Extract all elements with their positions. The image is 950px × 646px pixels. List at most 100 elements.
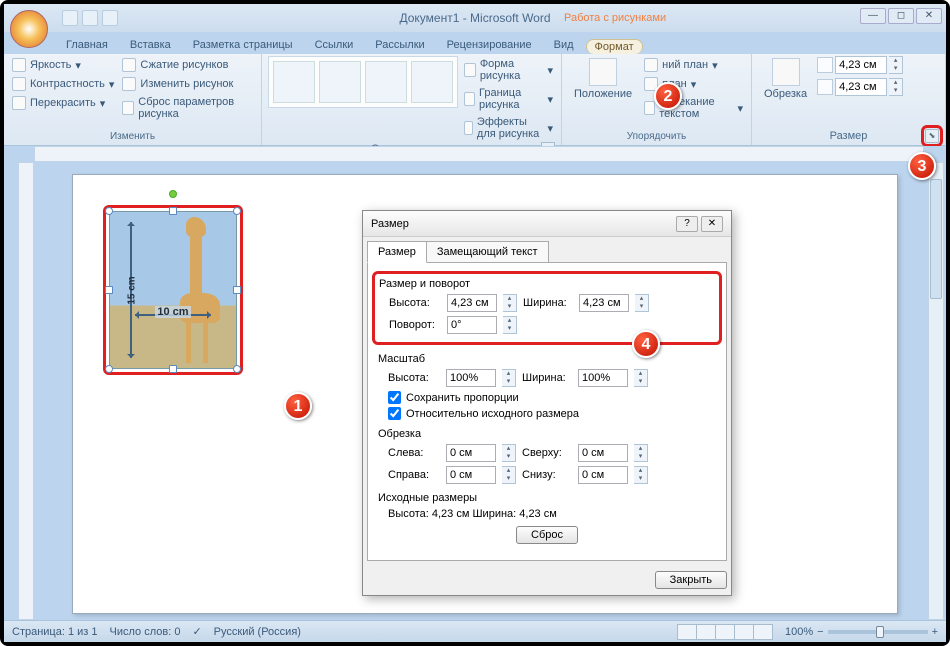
print-layout-view[interactable] bbox=[677, 624, 697, 640]
outline-view[interactable] bbox=[734, 624, 754, 640]
height-field[interactable] bbox=[447, 294, 497, 312]
zoom-thumb[interactable] bbox=[876, 626, 884, 638]
save-icon[interactable] bbox=[62, 10, 78, 26]
front-icon bbox=[644, 58, 658, 72]
rotation-spinner[interactable]: ▴▾ bbox=[503, 316, 517, 334]
crop-spinner[interactable]: ▴▾ bbox=[634, 466, 648, 484]
resize-handle[interactable] bbox=[233, 207, 241, 215]
resize-handle[interactable] bbox=[233, 286, 241, 294]
help-button[interactable]: ? bbox=[676, 216, 698, 232]
lock-aspect-label: Сохранить пропорции bbox=[406, 392, 519, 404]
position-button[interactable]: Положение bbox=[568, 56, 638, 102]
dialog-tab-size[interactable]: Размер bbox=[367, 241, 427, 263]
style-item[interactable] bbox=[273, 61, 315, 103]
rotate-handle[interactable] bbox=[169, 190, 177, 198]
rotation-field[interactable] bbox=[447, 316, 497, 334]
height-spinner[interactable]: ▴▾ bbox=[503, 294, 517, 312]
shape-icon bbox=[464, 63, 476, 77]
crop-spinner[interactable]: ▴▾ bbox=[502, 466, 516, 484]
picture-shape-button[interactable]: Форма рисунка ▾ bbox=[462, 56, 555, 84]
zoom-in-button[interactable]: + bbox=[932, 626, 938, 638]
zoom-out-button[interactable]: − bbox=[817, 626, 823, 638]
height-label: Высота: bbox=[389, 297, 441, 309]
size-dialog-launcher[interactable]: ⬊ bbox=[925, 129, 939, 143]
contrast-button[interactable]: Контрастность ▾ bbox=[10, 75, 116, 93]
tab-home[interactable]: Главная bbox=[56, 36, 118, 54]
tab-mailings[interactable]: Рассылки bbox=[365, 36, 434, 54]
horizontal-ruler[interactable] bbox=[34, 146, 924, 162]
word-count[interactable]: Число слов: 0 bbox=[110, 626, 181, 638]
style-item[interactable] bbox=[365, 61, 407, 103]
change-picture-button[interactable]: Изменить рисунок bbox=[120, 75, 255, 93]
scale-width-field[interactable] bbox=[578, 369, 628, 387]
scale-w-spinner[interactable]: ▴▾ bbox=[634, 369, 648, 387]
vertical-scrollbar[interactable] bbox=[928, 162, 944, 620]
maximize-button[interactable]: ◻ bbox=[888, 8, 914, 24]
language-status[interactable]: Русский (Россия) bbox=[214, 626, 301, 638]
tab-view[interactable]: Вид bbox=[544, 36, 584, 54]
resize-handle[interactable] bbox=[105, 365, 113, 373]
tab-format[interactable]: Формат bbox=[586, 39, 643, 54]
height-input[interactable] bbox=[835, 56, 887, 74]
reset-button[interactable]: Сброс bbox=[516, 526, 578, 544]
zoom-level[interactable]: 100% bbox=[785, 626, 813, 638]
dialog-tab-alttext[interactable]: Замещающий текст bbox=[426, 241, 549, 263]
recolor-button[interactable]: Перекрасить ▾ bbox=[10, 94, 116, 112]
crop-right-field[interactable] bbox=[446, 466, 496, 484]
resize-handle[interactable] bbox=[105, 286, 113, 294]
tab-insert[interactable]: Вставка bbox=[120, 36, 181, 54]
office-button[interactable] bbox=[10, 10, 48, 48]
resize-handle[interactable] bbox=[169, 365, 177, 373]
height-spinner[interactable]: ▴▾ bbox=[889, 56, 903, 74]
vertical-ruler[interactable] bbox=[18, 162, 34, 620]
width-field[interactable] bbox=[579, 294, 629, 312]
close-dialog-button[interactable]: Закрыть bbox=[655, 571, 727, 589]
spell-check-icon[interactable]: ✓ bbox=[192, 625, 201, 638]
close-button[interactable]: ✕ bbox=[916, 8, 942, 24]
resize-handle[interactable] bbox=[169, 207, 177, 215]
crop-bottom-field[interactable] bbox=[578, 466, 628, 484]
width-spinner[interactable]: ▴▾ bbox=[635, 294, 649, 312]
selected-image[interactable]: 15 cm 10 cm bbox=[103, 205, 243, 375]
page-status[interactable]: Страница: 1 из 1 bbox=[12, 626, 98, 638]
scale-height-field[interactable] bbox=[446, 369, 496, 387]
relative-label: Относительно исходного размера bbox=[406, 408, 579, 420]
lock-aspect-checkbox[interactable] bbox=[388, 391, 401, 404]
style-item[interactable] bbox=[411, 61, 453, 103]
web-layout-view[interactable] bbox=[715, 624, 735, 640]
style-item[interactable] bbox=[319, 61, 361, 103]
redo-icon[interactable] bbox=[102, 10, 118, 26]
crop-spinner[interactable]: ▴▾ bbox=[634, 444, 648, 462]
resize-handle[interactable] bbox=[233, 365, 241, 373]
titlebar: Документ1 - Microsoft Word Работа с рису… bbox=[4, 4, 946, 32]
minimize-button[interactable]: — bbox=[860, 8, 886, 24]
scale-h-spinner[interactable]: ▴▾ bbox=[502, 369, 516, 387]
tab-references[interactable]: Ссылки bbox=[305, 36, 364, 54]
tab-review[interactable]: Рецензирование bbox=[437, 36, 542, 54]
crop-button[interactable]: Обрезка bbox=[758, 56, 813, 102]
undo-icon[interactable] bbox=[82, 10, 98, 26]
resize-handle[interactable] bbox=[105, 207, 113, 215]
relative-checkbox[interactable] bbox=[388, 407, 401, 420]
zoom-slider[interactable] bbox=[828, 630, 928, 634]
picture-border-button[interactable]: Граница рисунка ▾ bbox=[462, 85, 555, 113]
crop-spinner[interactable]: ▴▾ bbox=[502, 444, 516, 462]
dialog-titlebar[interactable]: Размер ? ✕ bbox=[363, 211, 731, 237]
crop-left-field[interactable] bbox=[446, 444, 496, 462]
draft-view[interactable] bbox=[753, 624, 773, 640]
dialog-close-button[interactable]: ✕ bbox=[701, 216, 723, 232]
picture-styles-gallery[interactable] bbox=[268, 56, 458, 108]
tab-layout[interactable]: Разметка страницы bbox=[183, 36, 303, 54]
width-spinner[interactable]: ▴▾ bbox=[889, 78, 903, 96]
compress-button[interactable]: Сжатие рисунков bbox=[120, 56, 255, 74]
reset-picture-button[interactable]: Сброс параметров рисунка bbox=[120, 94, 255, 122]
scroll-thumb[interactable] bbox=[930, 179, 942, 299]
picture-effects-button[interactable]: Эффекты для рисунка ▾ bbox=[462, 114, 555, 142]
brightness-button[interactable]: Яркость ▾ bbox=[10, 56, 116, 74]
crop-top-field[interactable] bbox=[578, 444, 628, 462]
size-dialog: Размер ? ✕ Размер Замещающий текст Разме… bbox=[362, 210, 732, 596]
bring-front-button[interactable]: ний план ▾ bbox=[642, 56, 745, 74]
width-input[interactable] bbox=[835, 78, 887, 96]
full-screen-view[interactable] bbox=[696, 624, 716, 640]
original-size-text: Высота: 4,23 см Ширина: 4,23 см bbox=[388, 508, 557, 520]
